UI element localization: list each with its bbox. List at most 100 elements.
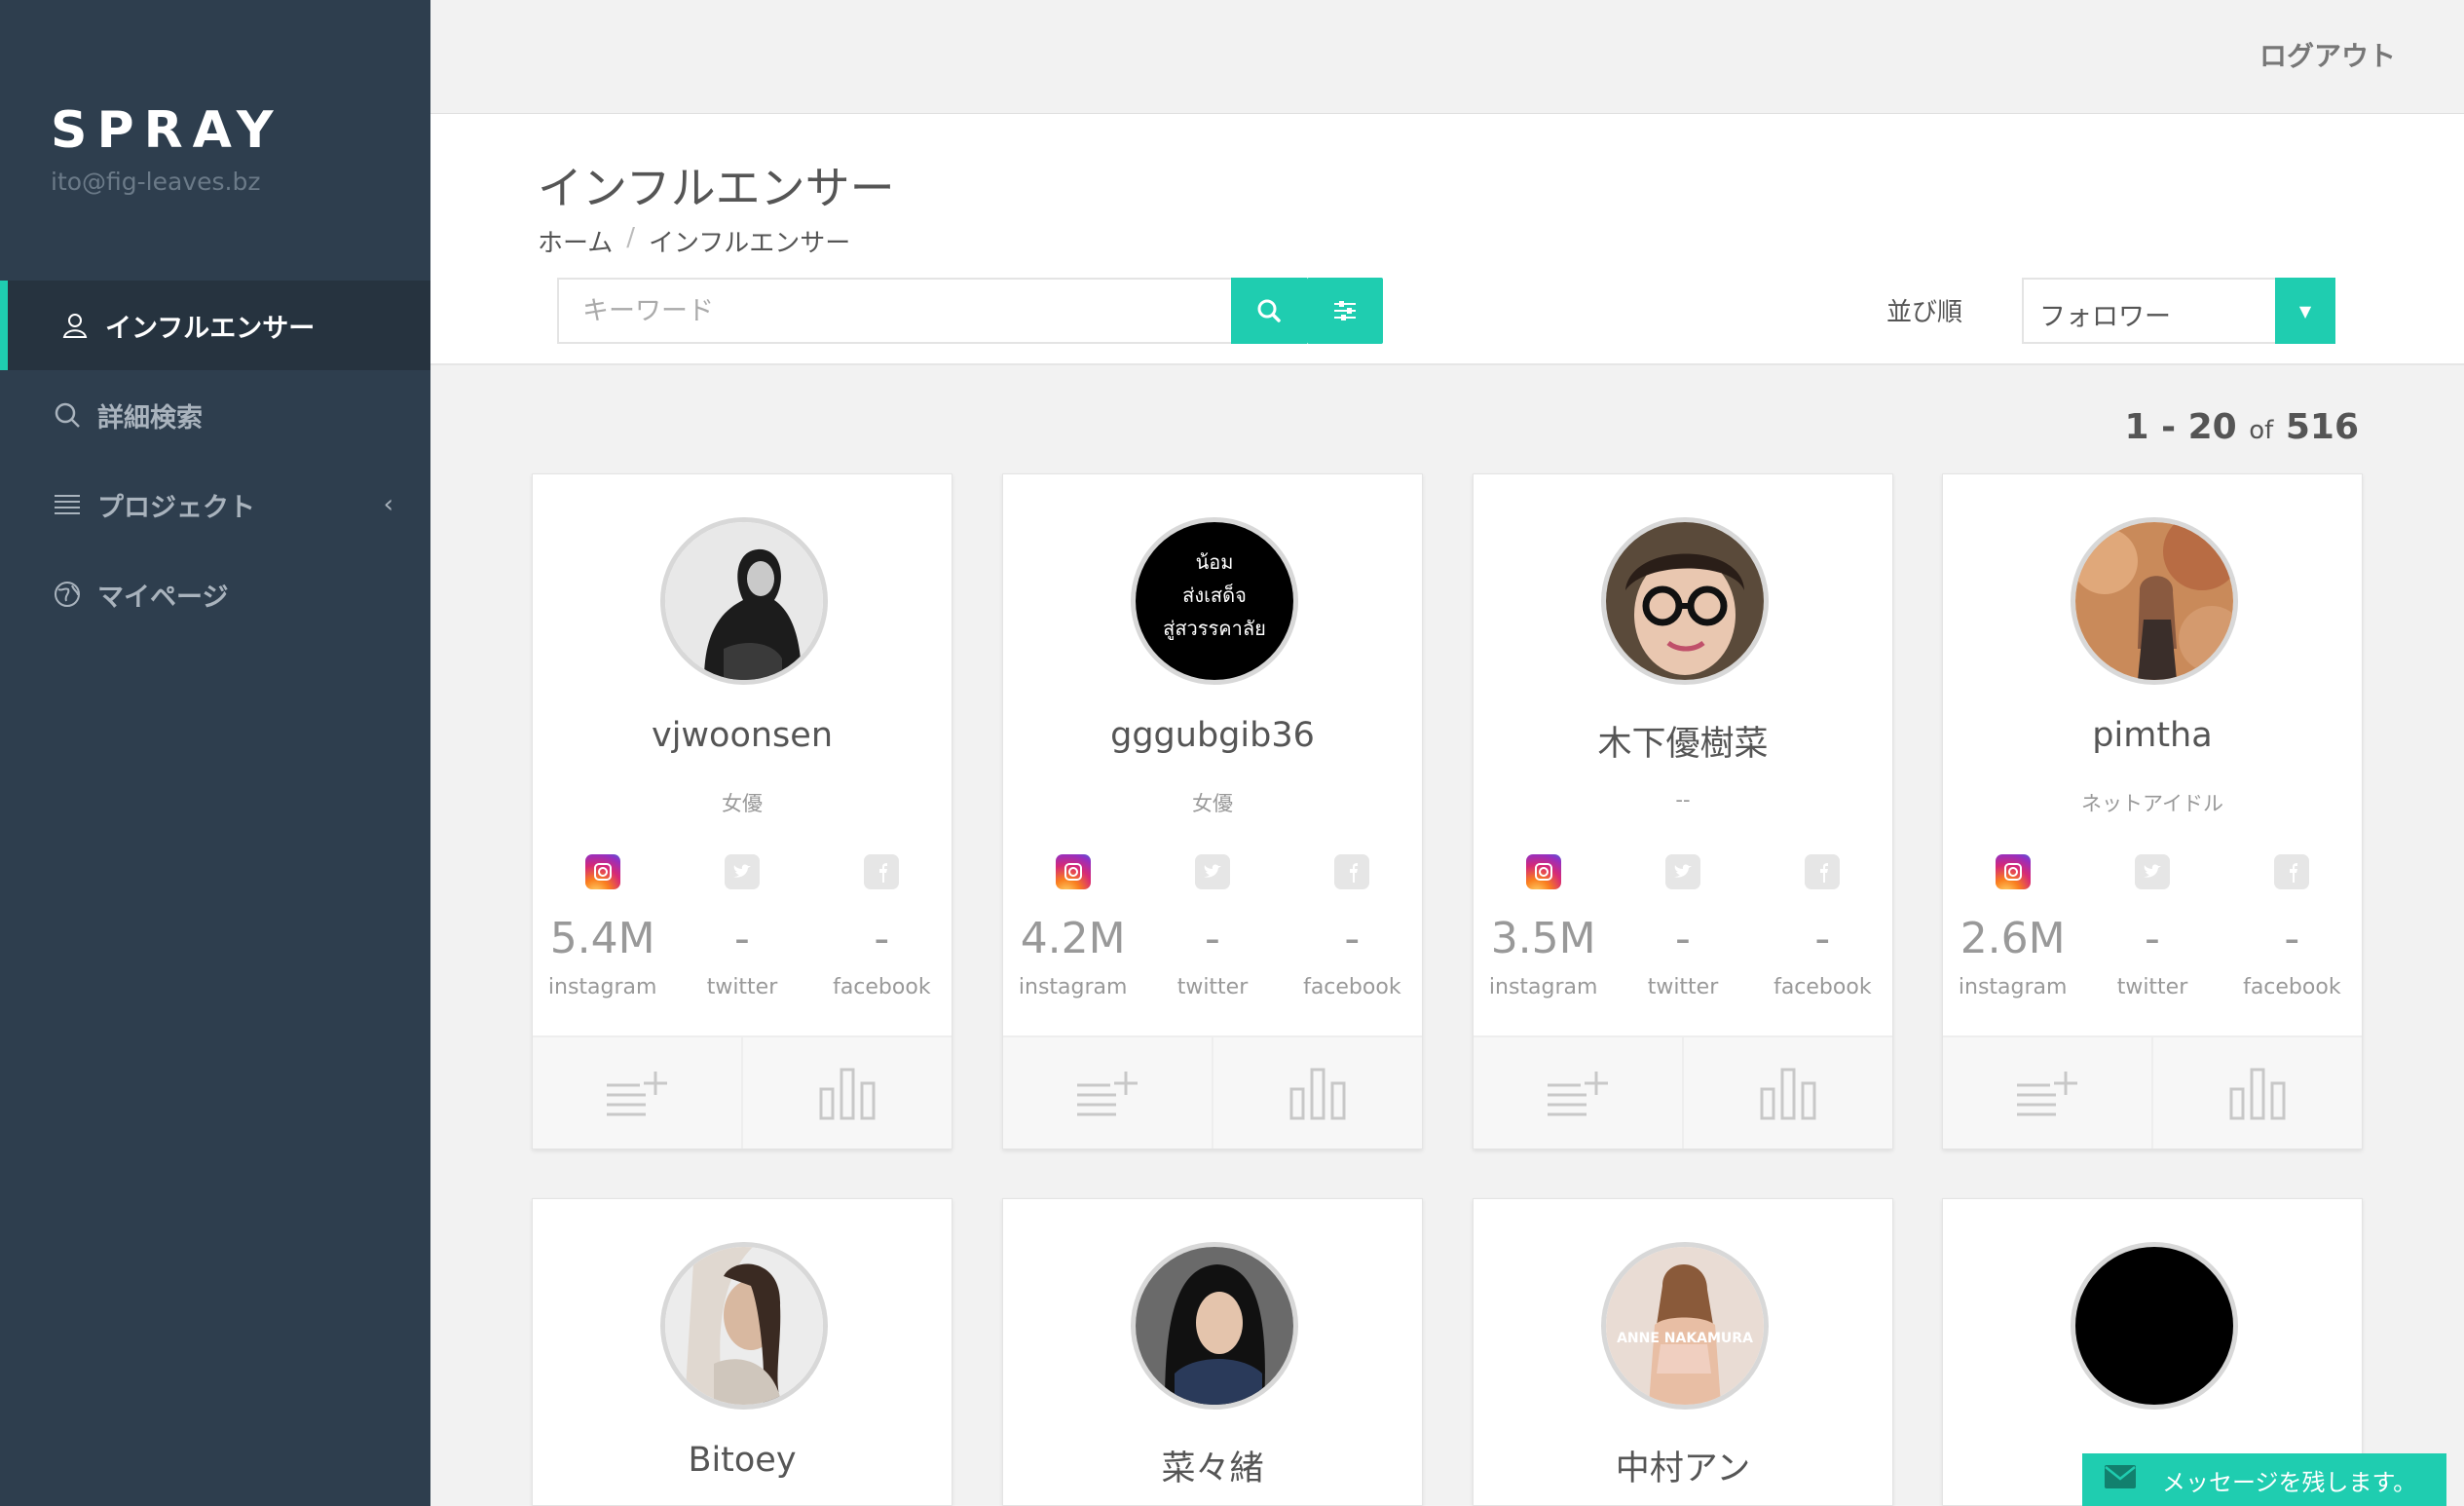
search-button[interactable] — [1231, 278, 1307, 344]
breadcrumb-home[interactable]: ホーム — [538, 223, 613, 259]
bar-chart-icon — [1760, 1068, 1816, 1120]
twitter-icon[interactable] — [724, 854, 760, 889]
add-to-list-button[interactable] — [1474, 1037, 1682, 1148]
caret-down-icon[interactable]: ▼ — [2275, 278, 2335, 344]
facebook-icon[interactable] — [1805, 854, 1841, 889]
breadcrumb-current: インフルエンサー — [649, 229, 851, 258]
influencer-card[interactable]: Bitoey — [532, 1198, 952, 1506]
list-icon — [51, 488, 84, 521]
result-range: 1 - 20 — [2124, 407, 2237, 447]
stat-twitter: - twitter — [672, 854, 811, 1010]
stat-instagram: 3.5M instagram — [1474, 854, 1613, 1010]
leave-message-button[interactable]: メッセージを残します。 — [2082, 1453, 2446, 1506]
facebook-icon[interactable] — [2274, 854, 2310, 889]
result-of: of — [2249, 416, 2274, 445]
influencer-name[interactable]: 菜々緒 — [1003, 1441, 1422, 1490]
twitter-label: twitter — [706, 975, 778, 999]
stats: 2.6M instagram - twitter - facebook — [1943, 854, 2362, 1010]
influencer-category: 女優 — [722, 792, 763, 815]
instagram-icon[interactable] — [1055, 854, 1091, 889]
influencer-name[interactable]: 木下優樹菜 — [1474, 716, 1892, 766]
twitter-icon[interactable] — [1664, 854, 1700, 889]
avatar[interactable]: น้อม ส่งเสด็จ สู่สวรรคาลัย — [1131, 517, 1298, 685]
instagram-count: 5.4M — [549, 914, 655, 963]
instagram-icon[interactable] — [1525, 854, 1561, 889]
avatar[interactable] — [1131, 1242, 1298, 1410]
user-icon — [58, 309, 92, 342]
stats-button[interactable] — [741, 1037, 952, 1148]
influencer-card[interactable]: น้อม ส่งเสด็จ สู่สวรรคาลัย gggubgib36 女優… — [1002, 473, 1423, 1149]
search-box — [557, 278, 1307, 344]
influencer-name[interactable]: Bitoey — [533, 1441, 952, 1480]
sidebar-item-projects[interactable]: プロジェクト ‹ — [0, 460, 430, 549]
influencer-name[interactable]: vjwoonsen — [533, 716, 952, 755]
sidebar-item-influencers[interactable]: インフルエンサー — [0, 281, 430, 370]
add-to-list-button[interactable] — [1943, 1037, 2151, 1148]
stat-instagram: 5.4M instagram — [533, 854, 672, 1010]
facebook-icon[interactable] — [864, 854, 900, 889]
twitter-label: twitter — [2116, 975, 2188, 999]
card-actions — [1474, 1035, 1892, 1148]
avatar[interactable] — [2071, 517, 2238, 685]
sidebar-item-advanced-search[interactable]: 詳細検索 — [0, 370, 430, 460]
avatar[interactable] — [2071, 1242, 2238, 1410]
avatar-caption: ส่งเสด็จ — [1182, 583, 1247, 607]
envelope-icon — [2104, 1464, 2137, 1495]
stat-twitter: - twitter — [2082, 854, 2221, 1010]
playlist-add-icon — [2017, 1072, 2077, 1116]
sidebar-item-mypage[interactable]: マイページ — [0, 549, 430, 639]
top-bar: ログアウト — [430, 0, 2464, 114]
playlist-add-icon — [607, 1072, 667, 1116]
avatar[interactable] — [660, 517, 828, 685]
stat-facebook: - facebook — [1283, 854, 1422, 1010]
add-to-list-button[interactable] — [533, 1037, 741, 1148]
instagram-icon[interactable] — [1995, 854, 2031, 889]
instagram-icon[interactable] — [584, 854, 620, 889]
avatar[interactable]: ANNE NAKAMURA — [1601, 1242, 1769, 1410]
facebook-count: - — [1814, 914, 1831, 963]
influencer-name[interactable]: pimtha — [1943, 716, 2362, 755]
instagram-count: 3.5M — [1490, 914, 1596, 963]
influencer-name[interactable]: 中村アン — [1474, 1441, 1892, 1490]
brand-logo[interactable]: SPRAY — [51, 101, 283, 160]
search-icon — [1257, 299, 1281, 322]
influencer-card[interactable]: 菜々緒 — [1002, 1198, 1423, 1506]
breadcrumb-separator: / — [626, 223, 635, 252]
twitter-icon[interactable] — [2134, 854, 2170, 889]
avatar[interactable] — [660, 1242, 828, 1410]
stats: 3.5M instagram - twitter - facebook — [1474, 854, 1892, 1010]
stats-button[interactable] — [2151, 1037, 2362, 1148]
sort-selected-value: フォロワー — [2039, 302, 2171, 332]
stat-facebook: - facebook — [812, 854, 952, 1010]
stat-facebook: - facebook — [1753, 854, 1892, 1010]
facebook-count: - — [1344, 914, 1361, 963]
influencer-card[interactable]: 木下優樹菜 -- 3.5M instagram - twitter - face… — [1473, 473, 1893, 1149]
influencer-card[interactable]: pimtha ネットアイドル 2.6M instagram - twitter … — [1942, 473, 2363, 1149]
filter-settings-button[interactable] — [1307, 278, 1383, 344]
chevron-left-icon[interactable]: ‹ — [384, 490, 393, 519]
facebook-label: facebook — [2243, 975, 2341, 999]
search-input[interactable] — [559, 280, 1206, 342]
facebook-icon[interactable] — [1334, 854, 1370, 889]
playlist-add-icon — [1077, 1072, 1138, 1116]
logout-link[interactable]: ログアウト — [2259, 35, 2396, 74]
stats-button[interactable] — [1682, 1037, 1892, 1148]
card-actions — [533, 1035, 952, 1148]
sort-select[interactable]: フォロワー ▼ — [2022, 278, 2335, 344]
influencer-name[interactable]: gggubgib36 — [1003, 716, 1422, 755]
twitter-count: - — [734, 914, 750, 963]
stats-button[interactable] — [1212, 1037, 1422, 1148]
avatar-caption: น้อม — [1196, 550, 1234, 574]
add-to-list-button[interactable] — [1003, 1037, 1212, 1148]
influencer-card[interactable]: vjwoonsen 女優 5.4M instagram - twitter - … — [532, 473, 952, 1149]
stat-twitter: - twitter — [1142, 854, 1282, 1010]
avatar[interactable] — [1601, 517, 1769, 685]
twitter-icon[interactable] — [1194, 854, 1230, 889]
sidebar-item-label: インフルエンサー — [105, 313, 316, 344]
influencer-category: 女優 — [1192, 792, 1233, 815]
twitter-count: - — [1205, 914, 1220, 963]
stat-facebook: - facebook — [2222, 854, 2362, 1010]
influencer-card[interactable]: ANNE NAKAMURA 中村アン — [1473, 1198, 1893, 1506]
bar-chart-icon — [819, 1068, 876, 1120]
twitter-label: twitter — [1176, 975, 1249, 999]
